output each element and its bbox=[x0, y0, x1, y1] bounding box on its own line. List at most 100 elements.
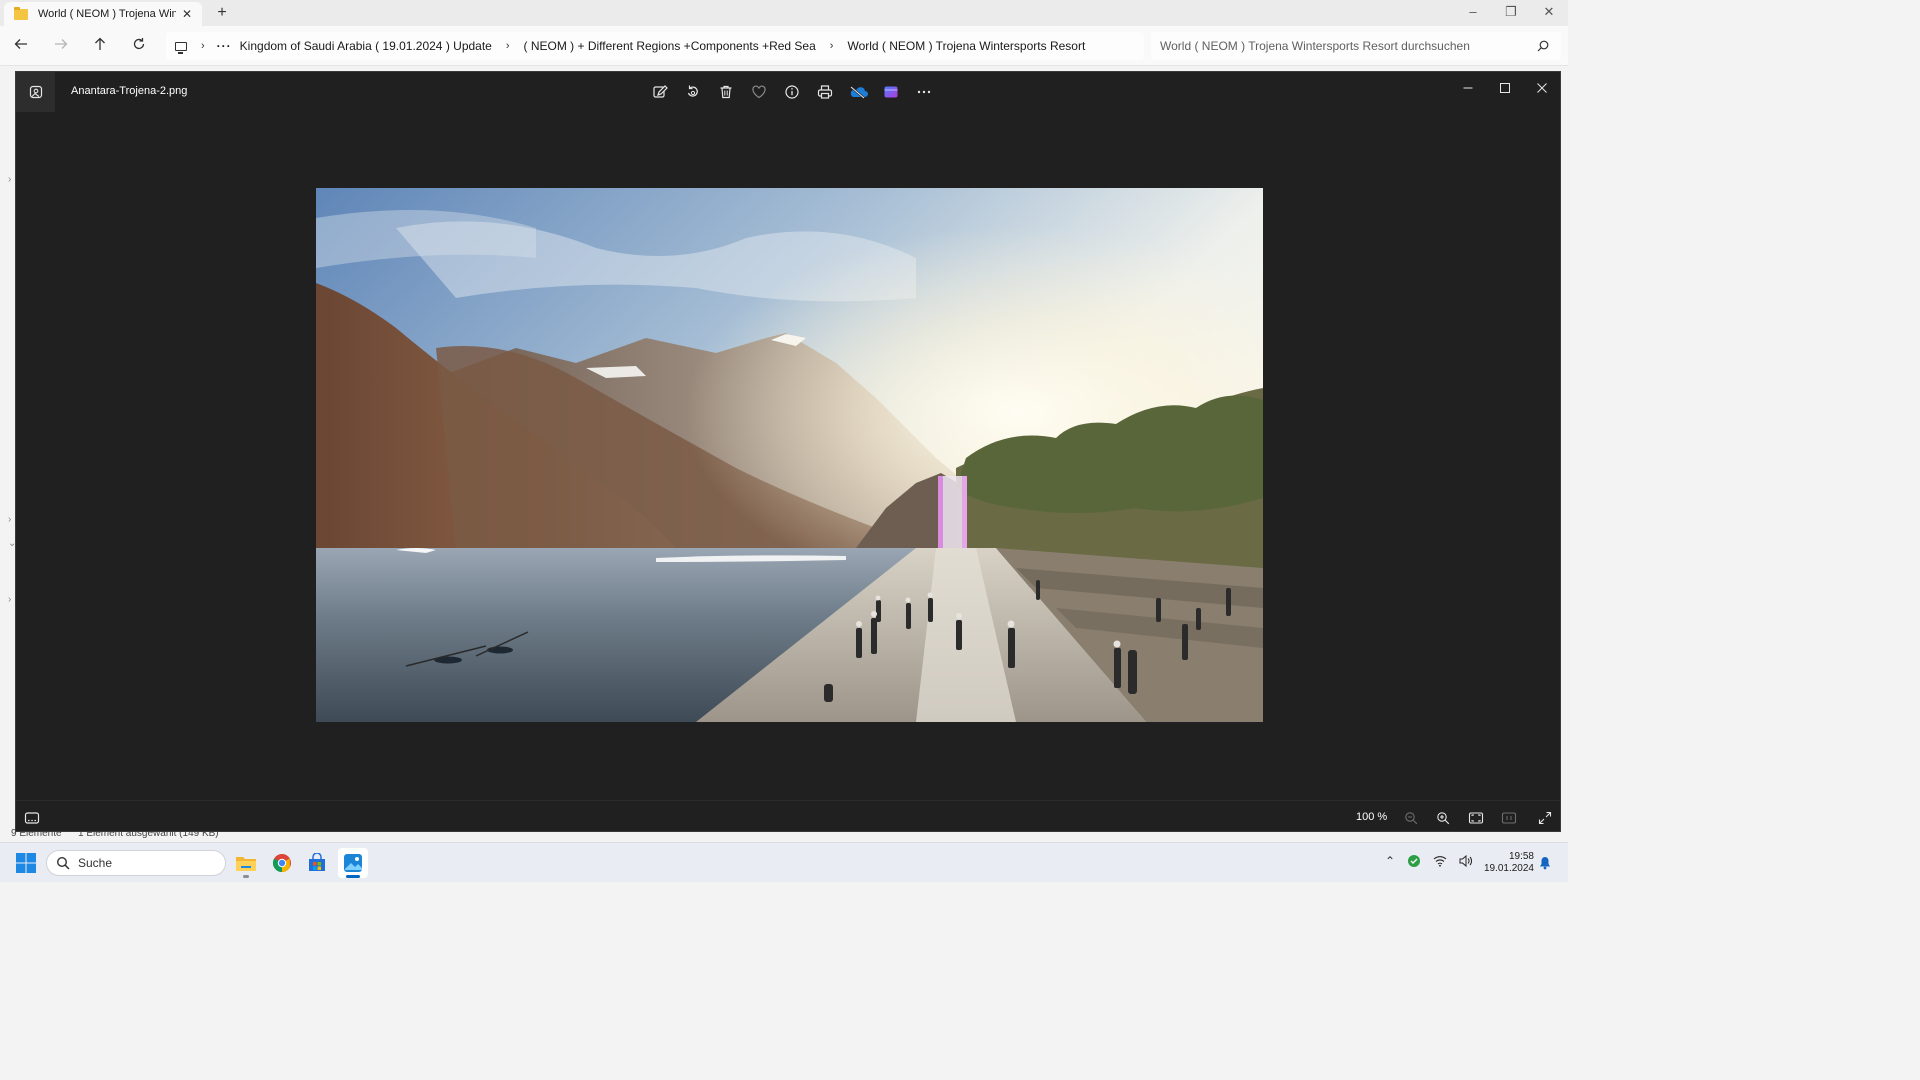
close-tab-icon[interactable]: ✕ bbox=[180, 7, 194, 21]
explorer-tab-strip: World ( NEOM ) Trojena Wintersports Reso… bbox=[0, 0, 1568, 26]
clock-date: 19.01.2024 bbox=[1483, 863, 1534, 874]
tab-title: World ( NEOM ) Trojena Wintersports Reso… bbox=[38, 8, 176, 20]
clock-time: 19:58 bbox=[1508, 851, 1534, 862]
print-icon bbox=[817, 85, 833, 99]
delete-button[interactable] bbox=[714, 80, 738, 104]
running-indicator bbox=[346, 875, 360, 878]
minimize-button[interactable]: – bbox=[1454, 0, 1492, 26]
clipchamp-button[interactable] bbox=[879, 80, 903, 104]
photos-bottom-bar: 100 % bbox=[16, 800, 1560, 832]
taskbar-search[interactable]: Suche bbox=[46, 850, 226, 876]
wifi-icon[interactable] bbox=[1433, 855, 1447, 867]
photos-app-icon bbox=[344, 854, 362, 872]
windows-taskbar: Suche ⌃ 19:58 19.01.2024 bbox=[0, 842, 1568, 882]
arrow-left-icon bbox=[14, 39, 27, 49]
explorer-tab[interactable]: World ( NEOM ) Trojena Wintersports Reso… bbox=[4, 2, 202, 26]
close-icon bbox=[1537, 83, 1547, 93]
search-placeholder: World ( NEOM ) Trojena Wintersports Reso… bbox=[1160, 39, 1470, 53]
security-shield-icon[interactable] bbox=[1407, 854, 1421, 868]
file-name: Anantara-Trojena-2.png bbox=[71, 85, 188, 97]
chevron-right-icon[interactable]: › bbox=[8, 514, 11, 525]
taskbar-file-explorer[interactable] bbox=[231, 848, 261, 878]
taskbar-microsoft-store[interactable] bbox=[302, 848, 332, 878]
chevron-right-icon[interactable]: › bbox=[8, 174, 11, 185]
explorer-search-box[interactable]: World ( NEOM ) Trojena Wintersports Reso… bbox=[1151, 32, 1561, 60]
chevron-right-icon[interactable]: › bbox=[830, 40, 834, 52]
delete-icon bbox=[720, 85, 732, 99]
chevron-right-icon[interactable]: › bbox=[8, 594, 11, 605]
photos-close-button[interactable] bbox=[1524, 76, 1560, 100]
microsoft-store-icon bbox=[309, 853, 325, 871]
clipchamp-icon bbox=[884, 86, 898, 98]
photos-icon bbox=[29, 85, 42, 99]
search-icon bbox=[1537, 40, 1549, 52]
more-icon bbox=[917, 90, 931, 94]
filmstrip-icon bbox=[24, 812, 40, 824]
notification-bell-icon[interactable] bbox=[1539, 856, 1551, 870]
breadcrumb-item[interactable]: World ( NEOM ) Trojena Wintersports Reso… bbox=[847, 39, 1085, 53]
arrow-right-icon bbox=[55, 39, 68, 49]
search-icon bbox=[56, 856, 70, 870]
zoom-out-button[interactable] bbox=[1400, 807, 1422, 829]
displayed-photo[interactable] bbox=[316, 188, 1263, 722]
windows-logo-icon bbox=[16, 853, 36, 873]
taskbar-clock[interactable]: 19:58 19.01.2024 bbox=[1472, 851, 1534, 875]
start-button[interactable] bbox=[15, 852, 37, 874]
print-button[interactable] bbox=[813, 80, 837, 104]
more-options-button[interactable] bbox=[912, 80, 936, 104]
forward-button[interactable] bbox=[50, 35, 72, 57]
system-tray: ⌃ bbox=[1385, 854, 1473, 868]
taskbar-photos[interactable] bbox=[338, 848, 368, 878]
file-explorer-icon bbox=[236, 857, 256, 871]
taskbar-search-label: Suche bbox=[78, 856, 113, 870]
chevron-right-icon[interactable]: › bbox=[506, 40, 510, 52]
photos-viewer-window: Anantara-Trojena-2.png 100 % bbox=[15, 71, 1561, 832]
onedrive-icon bbox=[850, 86, 868, 99]
full-screen-button[interactable] bbox=[1534, 807, 1556, 829]
photos-toolbar bbox=[648, 80, 936, 104]
rotate-icon bbox=[687, 85, 698, 97]
refresh-icon bbox=[133, 38, 145, 50]
breadcrumb-item[interactable]: ( NEOM ) + Different Regions +Components… bbox=[524, 39, 816, 53]
rotate-button[interactable] bbox=[681, 80, 705, 104]
onedrive-button[interactable] bbox=[846, 80, 870, 104]
taskbar-chrome[interactable] bbox=[267, 848, 297, 878]
chrome-icon bbox=[272, 854, 291, 872]
zoom-out-icon bbox=[1405, 812, 1418, 825]
edit-icon bbox=[653, 85, 668, 98]
info-icon bbox=[785, 85, 799, 99]
restore-button[interactable]: ❐ bbox=[1492, 0, 1530, 26]
volume-icon[interactable] bbox=[1459, 855, 1473, 867]
fit-to-window-button[interactable] bbox=[1465, 807, 1487, 829]
up-button[interactable] bbox=[89, 35, 111, 57]
fit-window-icon bbox=[1468, 812, 1484, 824]
info-button[interactable] bbox=[780, 80, 804, 104]
more-locations-icon[interactable]: ··· bbox=[217, 39, 232, 53]
show-hidden-icons-chevron-icon[interactable]: ⌃ bbox=[1385, 854, 1395, 868]
refresh-button[interactable] bbox=[128, 35, 150, 57]
actual-size-button[interactable] bbox=[1498, 807, 1520, 829]
photos-app-icon[interactable] bbox=[16, 72, 55, 112]
filmstrip-toggle-button[interactable] bbox=[21, 807, 43, 829]
actual-size-icon bbox=[1501, 812, 1517, 824]
this-pc-icon bbox=[175, 41, 187, 54]
breadcrumb-item[interactable]: Kingdom of Saudi Arabia ( 19.01.2024 ) U… bbox=[240, 39, 492, 53]
chevron-right-icon[interactable]: › bbox=[201, 40, 205, 52]
folder-icon bbox=[14, 6, 28, 20]
address-bar[interactable]: › ··· Kingdom of Saudi Arabia ( 19.01.20… bbox=[166, 32, 1144, 60]
new-tab-button[interactable]: + bbox=[212, 3, 232, 23]
minimize-icon bbox=[1463, 87, 1473, 89]
favorite-button[interactable] bbox=[747, 80, 771, 104]
photos-title-bar: Anantara-Trojena-2.png bbox=[16, 72, 1560, 112]
zoom-in-button[interactable] bbox=[1432, 807, 1454, 829]
zoom-level: 100 % bbox=[1356, 811, 1388, 823]
expand-icon bbox=[1538, 811, 1552, 825]
edit-image-button[interactable] bbox=[648, 80, 672, 104]
explorer-navigation-pane: › › ⌄ › bbox=[0, 66, 16, 842]
photos-maximize-button[interactable] bbox=[1487, 76, 1523, 100]
zoom-in-icon bbox=[1437, 812, 1450, 825]
close-window-button[interactable]: ✕ bbox=[1530, 0, 1568, 26]
resort-landscape-image bbox=[316, 188, 1263, 722]
back-button[interactable] bbox=[10, 35, 32, 57]
photos-minimize-button[interactable] bbox=[1450, 76, 1486, 100]
